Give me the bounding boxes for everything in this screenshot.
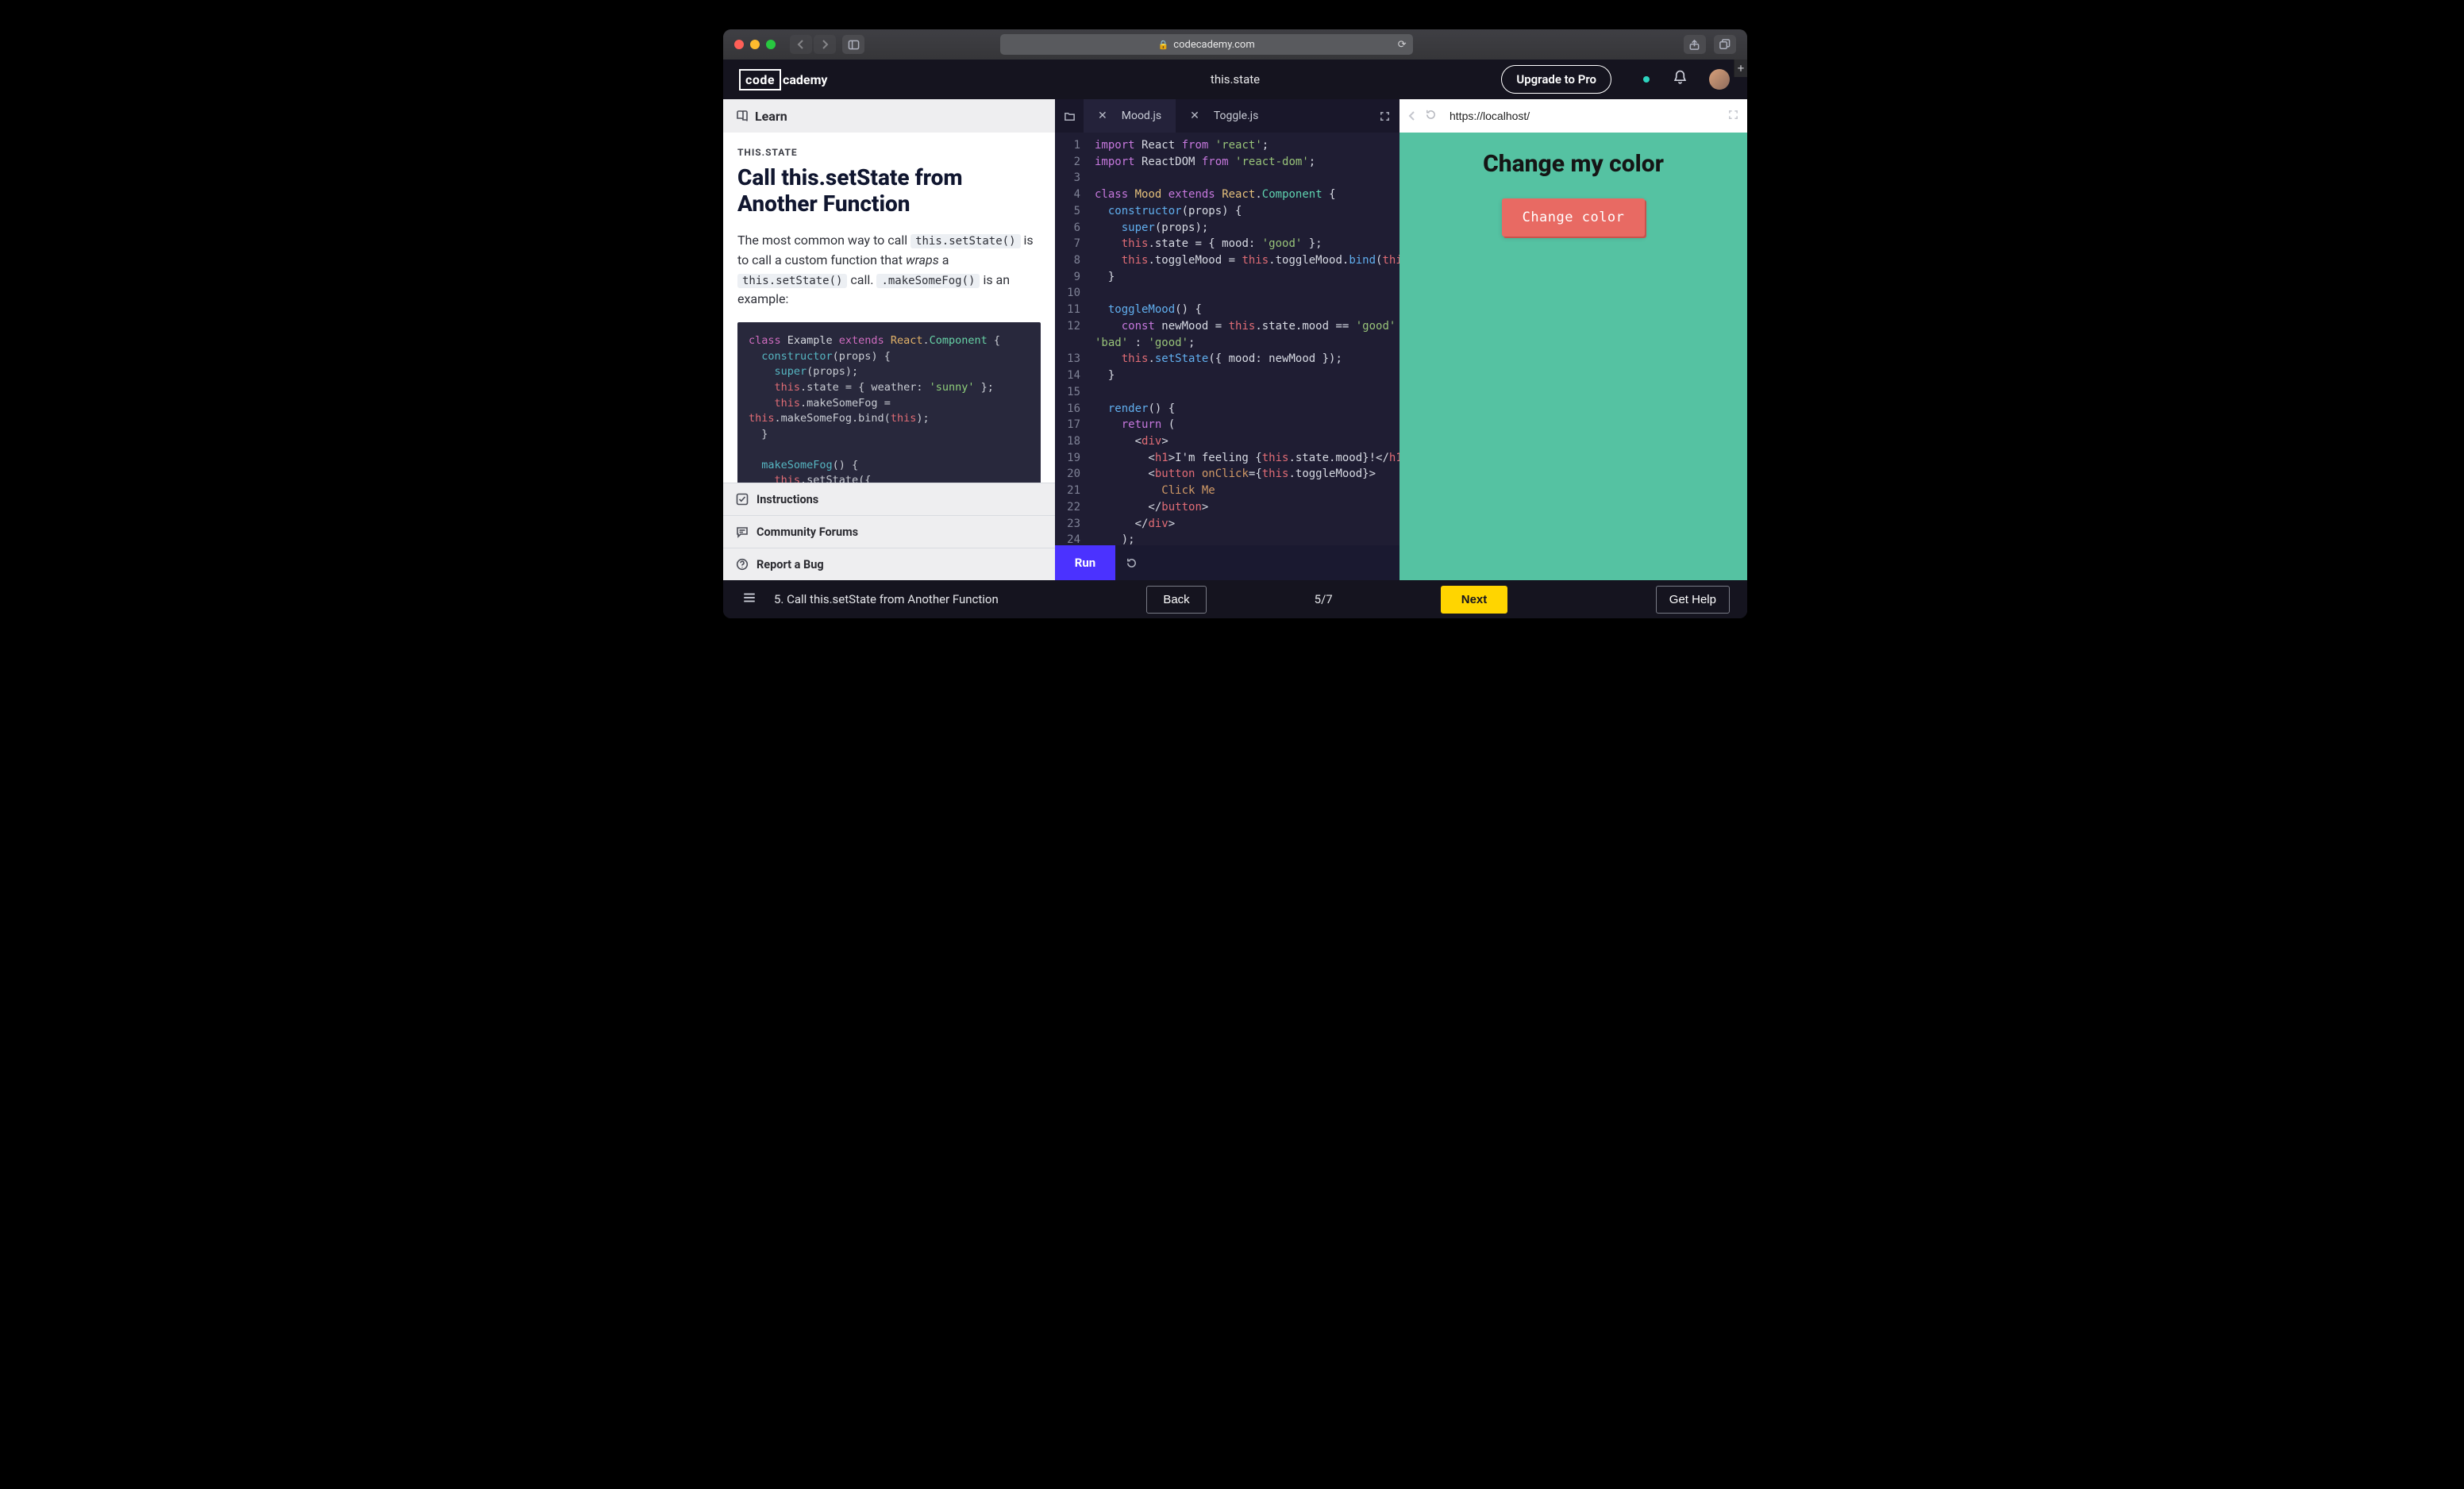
maximize-window-button[interactable] [766, 40, 776, 49]
browser-forward-button[interactable] [814, 35, 836, 54]
instructions-label: Instructions [757, 493, 818, 506]
expand-editor-icon[interactable] [1369, 99, 1399, 133]
forums-label: Community Forums [757, 525, 858, 539]
tabs-button[interactable] [1714, 35, 1736, 54]
code-source[interactable]: import React from 'react'; import ReactD… [1087, 133, 1399, 545]
code-editor[interactable]: 1 2 3 4 5 6 7 8 9 10 11 12 13 14 15 16 1… [1055, 133, 1399, 545]
syllabus-menu-icon[interactable] [742, 591, 757, 608]
preview-panel: Change my color Change color [1399, 99, 1747, 580]
editor-tab-label: Mood.js [1122, 110, 1161, 122]
address-bar[interactable]: 🔒 codecademy.com ⟳ [1000, 34, 1413, 55]
back-button[interactable]: Back [1146, 586, 1206, 614]
preview-reload-icon[interactable] [1425, 109, 1437, 124]
share-button[interactable] [1684, 35, 1706, 54]
book-icon [736, 110, 749, 122]
learn-label: Learn [755, 109, 787, 124]
preview-title: Change my color [1483, 150, 1664, 178]
status-indicator[interactable] [1643, 76, 1650, 83]
browser-back-button[interactable] [790, 35, 812, 54]
next-button[interactable]: Next [1441, 586, 1508, 614]
close-tab-icon[interactable]: ✕ [1098, 110, 1107, 122]
lesson-kicker: THIS.STATE [737, 147, 1041, 158]
close-window-button[interactable] [734, 40, 744, 49]
lesson-paragraph: The most common way to call this.setStat… [737, 231, 1041, 310]
preview-canvas: Change my color Change color [1399, 133, 1747, 580]
chat-icon [736, 525, 749, 538]
preview-back-icon[interactable] [1407, 109, 1417, 124]
gutter: 1 2 3 4 5 6 7 8 9 10 11 12 13 14 15 16 1… [1055, 133, 1087, 545]
file-tree-icon[interactable] [1055, 99, 1084, 133]
checkbox-icon [736, 493, 749, 506]
inline-code: this.setState() [737, 274, 847, 288]
inline-code: this.setState() [911, 234, 1020, 248]
upgrade-button[interactable]: Upgrade to Pro [1501, 65, 1611, 94]
inline-code: .makeSomeFog() [876, 274, 980, 288]
logo-box[interactable]: code [739, 69, 781, 90]
browser-sidebar-toggle[interactable] [842, 35, 864, 54]
editor-tab-label: Toggle.js [1214, 110, 1258, 122]
report-bug-label: Report a Bug [757, 558, 824, 571]
notifications-icon[interactable] [1673, 70, 1687, 89]
preview-url-input[interactable] [1445, 110, 1719, 122]
editor-tab-toggle[interactable]: ✕ Toggle.js [1176, 99, 1272, 133]
reset-button[interactable] [1115, 557, 1147, 569]
editor-tab-mood[interactable]: ✕ Mood.js [1084, 99, 1176, 133]
course-footer: 5. Call this.setState from Another Funct… [723, 580, 1747, 618]
run-button[interactable]: Run [1055, 545, 1115, 580]
editor-panel: ✕ Mood.js ✕ Toggle.js 1 2 3 4 5 6 7 8 9 … [1055, 99, 1399, 580]
forums-tab[interactable]: Community Forums [723, 515, 1055, 548]
reload-icon[interactable]: ⟳ [1398, 39, 1407, 51]
learn-tab[interactable]: Learn [723, 99, 1055, 133]
footer-lesson-title: 5. Call this.setState from Another Funct… [774, 592, 999, 606]
help-icon [736, 558, 749, 571]
browser-window: 🔒 codecademy.com ⟳ + code cademy this.st… [723, 29, 1747, 618]
change-color-button[interactable]: Change color [1502, 198, 1646, 237]
editor-tab-bar: ✕ Mood.js ✕ Toggle.js [1055, 99, 1399, 133]
window-controls [734, 40, 776, 49]
lesson-panel: Learn THIS.STATE Call this.setState from… [723, 99, 1055, 580]
new-tab-button[interactable]: + [1734, 60, 1747, 77]
progress-indicator: 5/7 [1315, 592, 1333, 606]
lesson-title: Call this.setState from Another Function [737, 164, 1041, 217]
app-header-title: this.state [1211, 72, 1260, 87]
run-bar: Run [1055, 545, 1399, 580]
instructions-tab[interactable]: Instructions [723, 483, 1055, 515]
lock-icon: 🔒 [1158, 40, 1169, 50]
logo-text[interactable]: cademy [783, 72, 827, 87]
app-header: code cademy this.state Upgrade to Pro [723, 60, 1747, 99]
minimize-window-button[interactable] [750, 40, 760, 49]
get-help-button[interactable]: Get Help [1656, 586, 1730, 614]
address-bar-text: codecademy.com [1173, 39, 1254, 51]
preview-url-bar [1399, 99, 1747, 133]
report-bug-tab[interactable]: Report a Bug [723, 548, 1055, 580]
browser-titlebar: 🔒 codecademy.com ⟳ [723, 29, 1747, 60]
close-tab-icon[interactable]: ✕ [1190, 110, 1199, 122]
code-example: class Example extends React.Component { … [737, 322, 1041, 483]
preview-expand-icon[interactable] [1727, 109, 1739, 124]
avatar[interactable] [1709, 69, 1730, 90]
